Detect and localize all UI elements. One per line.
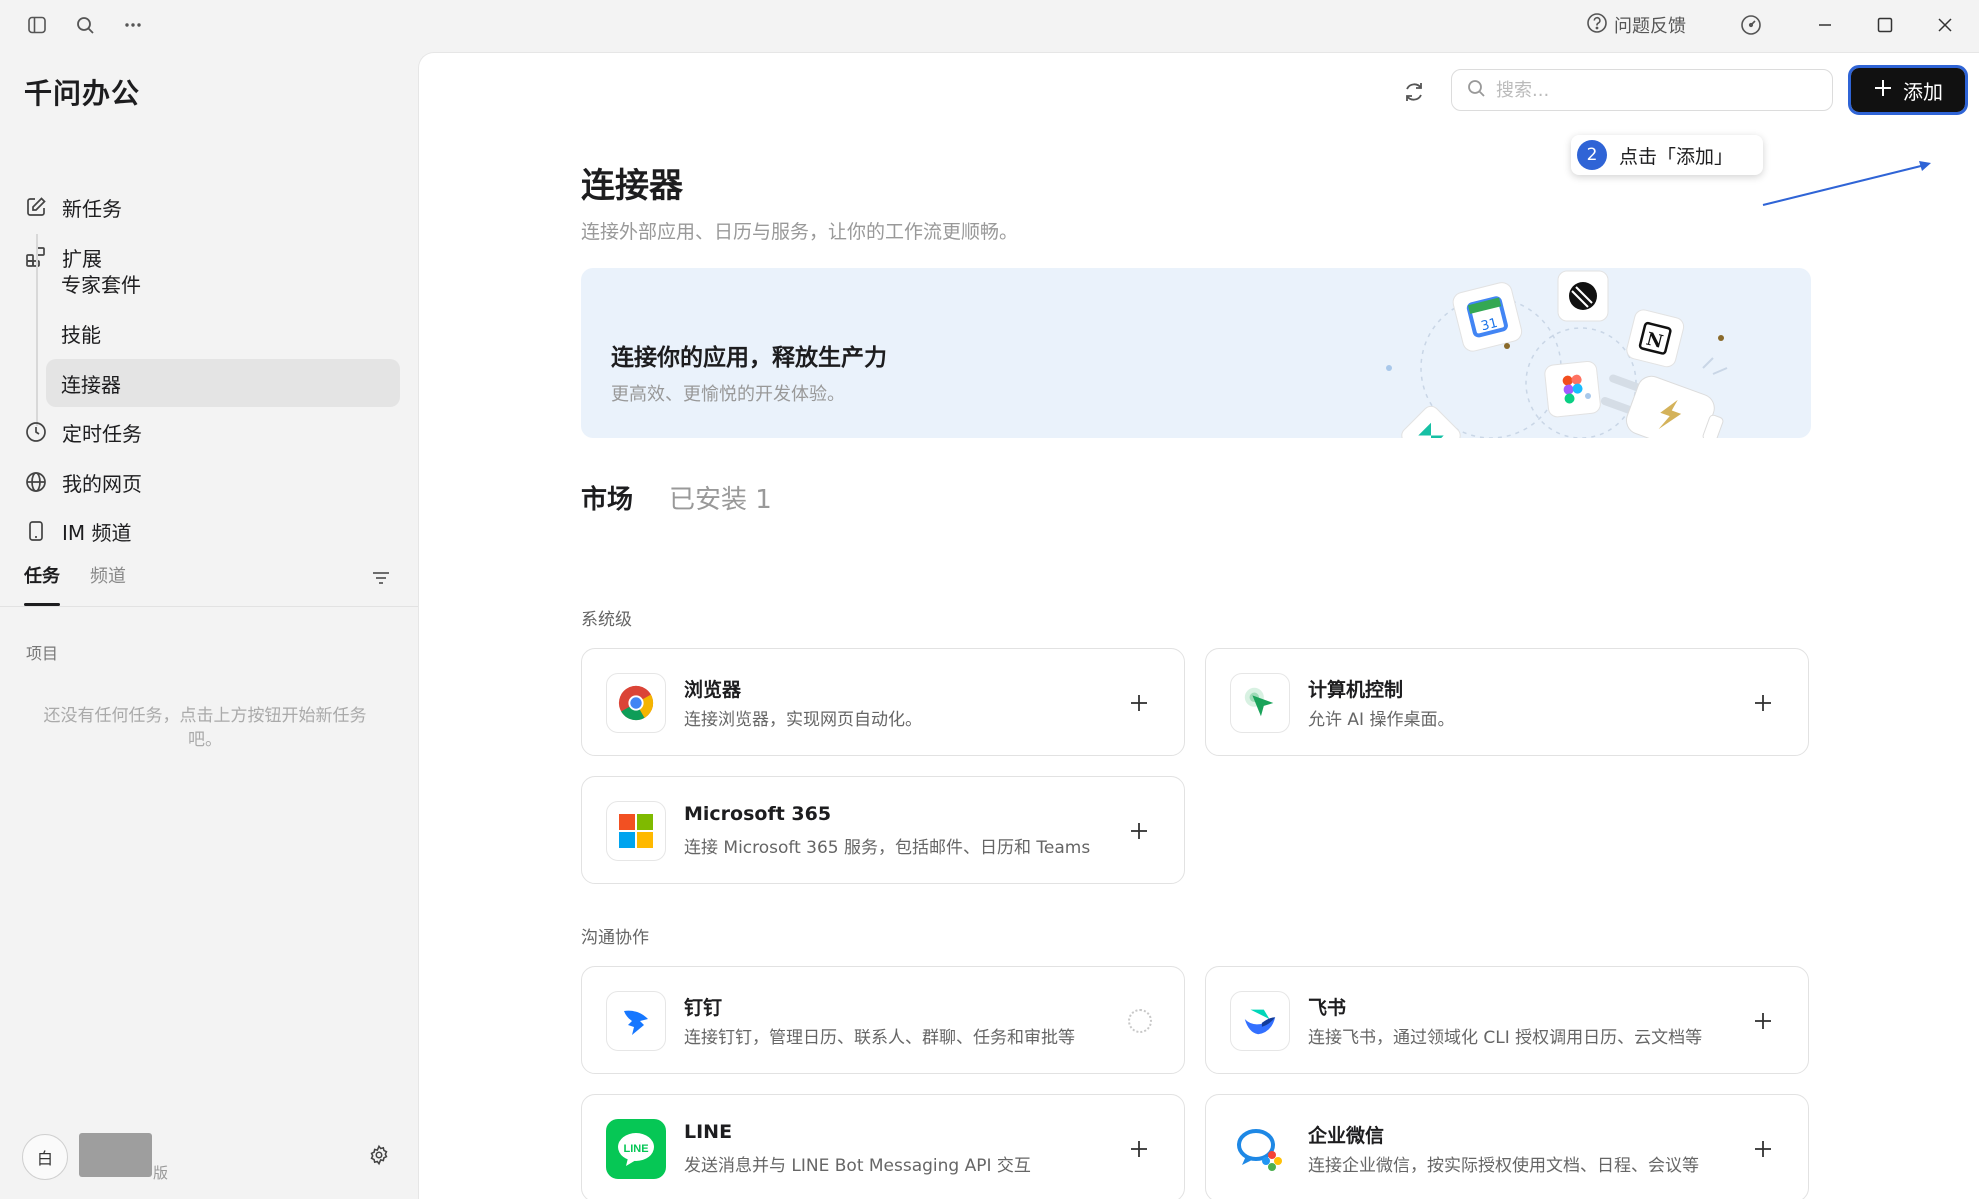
speed-gauge-icon[interactable]	[1738, 12, 1764, 38]
divider	[0, 606, 418, 607]
connector-name: 飞书	[1308, 997, 1347, 1019]
tab-market[interactable]: 市场	[581, 479, 633, 516]
maximize-button[interactable]	[1872, 12, 1898, 38]
wecom-icon	[1230, 1119, 1290, 1179]
search-input[interactable]	[1496, 79, 1816, 101]
feedback-label: 问题反馈	[1614, 16, 1686, 37]
plus-icon[interactable]	[1124, 816, 1154, 846]
tooltip-text: 点击「添加」	[1619, 145, 1734, 168]
hero-banner: 连接你的应用，释放生产力 更高效、更愉悦的开发体验。 31 N	[581, 268, 1811, 438]
market-tabs: 市场 已安装 1	[581, 479, 772, 516]
phone-icon	[24, 519, 48, 543]
filter-icon[interactable]	[368, 565, 394, 591]
edit-icon	[24, 195, 48, 219]
empty-state-text: 还没有任何任务，点击上方按钮开始新任务吧。	[43, 706, 367, 750]
category-label: 系统级	[581, 610, 632, 630]
connector-description: 连接 Microsoft 365 服务，包括邮件、日历和 Teams	[684, 838, 1091, 858]
tutorial-tooltip: 2 点击「添加」	[1571, 135, 1763, 175]
svg-text:LINE: LINE	[623, 1143, 648, 1155]
add-button-label: 添加	[1903, 79, 1943, 104]
line-icon: LINE	[606, 1119, 666, 1179]
chrome-icon	[606, 673, 666, 733]
connector-name: 钉钉	[684, 997, 723, 1019]
tab-installed[interactable]: 已安装 1	[669, 479, 772, 516]
connector-description: 发送消息并与 LINE Bot Messaging API 交互	[684, 1156, 1031, 1176]
feishu-icon	[1230, 991, 1290, 1051]
tab-tasks[interactable]: 任务	[24, 562, 60, 606]
connector-card-microsoft-365[interactable]: Microsoft 365 连接 Microsoft 365 服务，包括邮件、日…	[581, 776, 1185, 884]
connector-card-computer-control[interactable]: 计算机控制 允许 AI 操作桌面。	[1205, 648, 1809, 756]
search-icon[interactable]	[72, 12, 98, 38]
title-bar: 问题反馈	[0, 0, 1979, 50]
section-label: 项目	[26, 644, 59, 663]
banner-illustration: 31 N	[1386, 270, 1728, 438]
connector-card-dingtalk[interactable]: 钉钉 连接钉钉，管理日历、联系人、群聊、任务和审批等	[581, 966, 1185, 1074]
sidebar-tabs: 任务 频道	[24, 562, 126, 606]
connector-description: 连接企业微信，按实际授权使用文档、日程、会议等	[1308, 1156, 1699, 1176]
sidebar-item-scheduled-tasks[interactable]: 定时任务	[24, 409, 400, 455]
add-button[interactable]: 添加	[1848, 65, 1968, 115]
connector-card-wecom[interactable]: 企业微信 连接企业微信，按实际授权使用文档、日程、会议等	[1205, 1094, 1809, 1199]
sidebar-item-connectors[interactable]: 连接器	[46, 359, 400, 407]
avatar[interactable]: 白	[22, 1134, 68, 1180]
sidebar-toggle-icon[interactable]	[24, 12, 50, 38]
connector-description: 连接浏览器，实现网页自动化。	[684, 710, 922, 730]
plus-icon[interactable]	[1748, 1134, 1778, 1164]
user-name-redacted	[79, 1133, 152, 1177]
main-panel: 添加 2 点击「添加」 连接器 连接外部应用、日历与服务，让你的工作流更顺畅。 …	[418, 52, 1979, 1199]
plus-icon[interactable]	[1748, 688, 1778, 718]
banner-subtitle: 更高效、更愉悦的开发体验。	[611, 384, 845, 405]
sidebar-item-label: IM 频道	[62, 520, 132, 545]
page-title: 连接器	[581, 166, 683, 206]
plus-icon[interactable]	[1124, 1134, 1154, 1164]
connector-card-feishu[interactable]: 飞书 连接飞书，通过领域化 CLI 授权调用日历、云文档等	[1205, 966, 1809, 1074]
app-title: 千问办公	[24, 77, 141, 110]
connector-description: 连接飞书，通过领域化 CLI 授权调用日历、云文档等	[1308, 1028, 1703, 1048]
sidebar-item-my-webpages[interactable]: 我的网页	[24, 459, 400, 505]
clock-icon	[24, 420, 48, 444]
sidebar: 千问办公 新任务 扩展 专家套件 技能 连接器 定时任务 我的网页 IM 频道 …	[0, 50, 418, 1199]
user-plan-label: 版	[153, 1164, 169, 1182]
minimize-button[interactable]	[1812, 12, 1838, 38]
sidebar-item-label: 新任务	[62, 196, 122, 221]
refresh-icon[interactable]	[1399, 77, 1429, 107]
plus-icon[interactable]	[1748, 1006, 1778, 1036]
feedback-button[interactable]: 问题反馈	[1586, 12, 1686, 38]
connector-name: 浏览器	[684, 679, 742, 701]
sidebar-item-new-task[interactable]: 新任务	[24, 184, 400, 230]
sidebar-item-expert-suite[interactable]: 专家套件	[46, 259, 400, 307]
step-badge: 2	[1577, 140, 1607, 170]
category-label: 沟通协作	[581, 928, 649, 948]
sidebar-item-label: 定时任务	[62, 421, 142, 446]
sidebar-item-im-channels[interactable]: IM 频道	[24, 508, 400, 554]
search-icon	[1466, 78, 1486, 102]
plus-icon[interactable]	[1124, 688, 1154, 718]
connector-name: Microsoft 365	[684, 803, 832, 825]
banner-title: 连接你的应用，释放生产力	[611, 345, 887, 371]
plus-icon	[1873, 78, 1893, 103]
close-button[interactable]	[1932, 12, 1958, 38]
globe-icon	[24, 470, 48, 494]
sub-menu-line	[36, 234, 38, 426]
microsoft-icon	[606, 801, 666, 861]
connector-description: 允许 AI 操作桌面。	[1308, 710, 1455, 730]
more-options-icon[interactable]	[120, 12, 146, 38]
connector-name: 企业微信	[1308, 1125, 1385, 1147]
dingtalk-icon	[606, 991, 666, 1051]
sidebar-item-label: 我的网页	[62, 471, 142, 496]
cursor-icon	[1230, 673, 1290, 733]
search-box	[1451, 69, 1833, 111]
connector-description: 连接钉钉，管理日历、联系人、群聊、任务和审批等	[684, 1028, 1075, 1048]
page-subtitle: 连接外部应用、日历与服务，让你的工作流更顺畅。	[581, 221, 1019, 243]
gear-icon[interactable]	[366, 1142, 392, 1168]
tab-channels[interactable]: 频道	[90, 562, 126, 606]
loading-spinner-icon	[1128, 1009, 1152, 1033]
tutorial-arrow	[1762, 161, 1931, 206]
connector-card-browser[interactable]: 浏览器 连接浏览器，实现网页自动化。	[581, 648, 1185, 756]
connector-card-line[interactable]: LINE LINE 发送消息并与 LINE Bot Messaging API …	[581, 1094, 1185, 1199]
help-circle-icon	[1586, 12, 1608, 39]
connector-name: 计算机控制	[1308, 679, 1404, 701]
sidebar-item-skills[interactable]: 技能	[46, 309, 400, 357]
connector-name: LINE	[684, 1121, 733, 1143]
